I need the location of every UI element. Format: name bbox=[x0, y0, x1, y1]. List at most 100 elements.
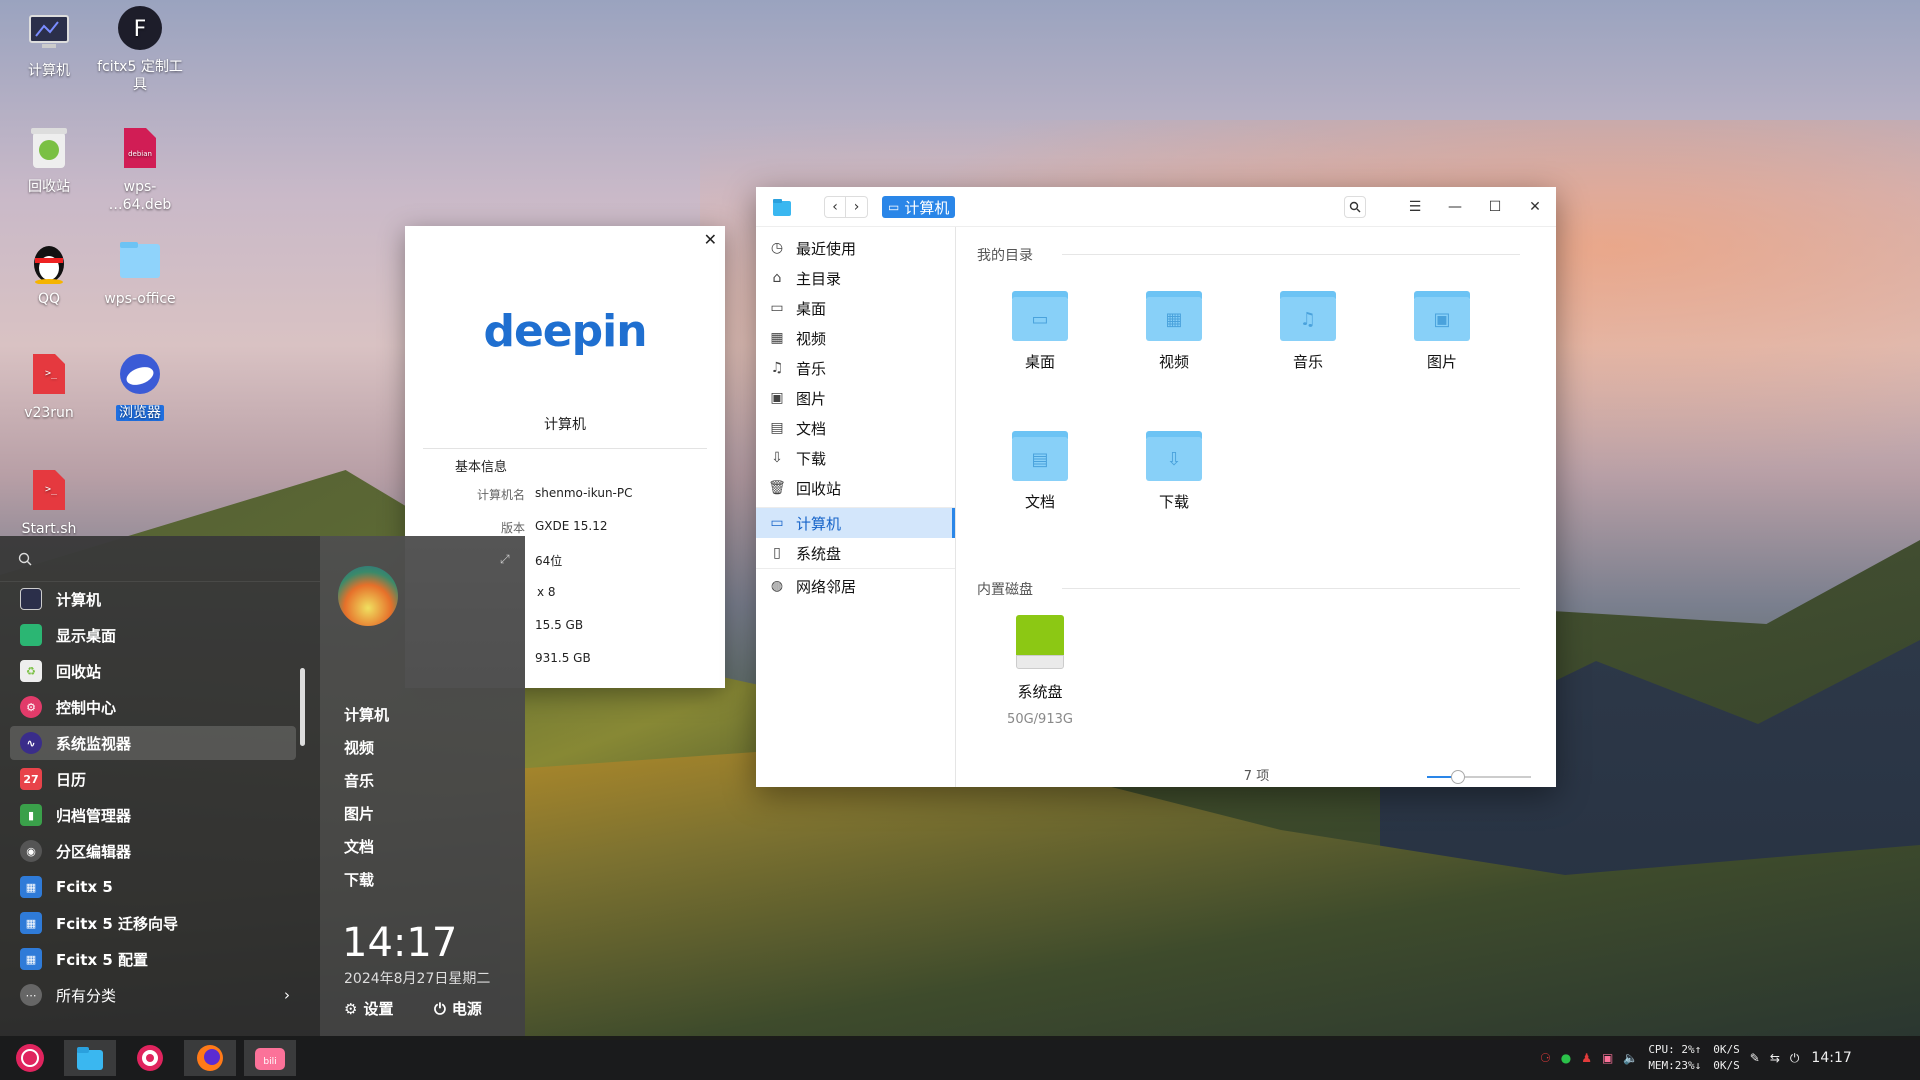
menu-item-partition-editor[interactable]: ◉ 分区编辑器 bbox=[10, 834, 296, 868]
desktop-icon-trash[interactable]: 回收站 bbox=[4, 124, 94, 196]
folder-pictures[interactable]: ▣ 图片 bbox=[1392, 291, 1492, 372]
desktop-icon-start-sh[interactable]: >_ Start.sh bbox=[4, 466, 94, 536]
download-icon: ⇩ bbox=[771, 450, 783, 466]
desktop-icon-fcitx5[interactable]: F fcitx5 定制工具 bbox=[95, 4, 185, 94]
menu-item-fcitx5-migrator[interactable]: ▦ Fcitx 5 迁移向导 bbox=[10, 906, 296, 940]
power-button[interactable]: ⏻ 电源 bbox=[434, 998, 482, 1019]
desktop-icon-browser[interactable]: 浏览器 bbox=[95, 350, 185, 422]
file-manager-app-icon bbox=[770, 196, 794, 218]
about-title: 计算机 bbox=[544, 417, 586, 433]
back-button[interactable]: ‹ bbox=[824, 196, 846, 218]
pen-icon[interactable]: ✎ bbox=[1750, 1051, 1760, 1065]
sidebar-link-music[interactable]: 音乐 bbox=[344, 770, 374, 791]
zoom-slider[interactable] bbox=[1427, 770, 1531, 784]
menu-item-trash[interactable]: ♻ 回收站 bbox=[10, 654, 296, 688]
menu-item-fcitx5[interactable]: ▦ Fcitx 5 bbox=[10, 870, 296, 904]
menu-item-archive-manager[interactable]: ▮ 归档管理器 bbox=[10, 798, 296, 832]
gear-icon bbox=[137, 1045, 163, 1071]
folder-music[interactable]: ♫ 音乐 bbox=[1258, 291, 1358, 372]
bilibili-tray-icon[interactable]: ▣ bbox=[1602, 1051, 1613, 1065]
sidebar-item-home[interactable]: ⌂ 主目录 bbox=[756, 263, 955, 293]
settings-button[interactable]: ⚙ 设置 bbox=[344, 998, 393, 1019]
menu-item-computer[interactable]: 计算机 bbox=[10, 582, 296, 616]
fcitx-icon: F bbox=[116, 4, 164, 52]
sidebar-link-videos[interactable]: 视频 bbox=[344, 737, 374, 758]
desktop-icon-computer[interactable]: 计算机 bbox=[4, 8, 94, 80]
close-icon[interactable]: ✕ bbox=[704, 230, 717, 249]
scrollbar[interactable] bbox=[300, 668, 305, 746]
menu-item-control-center[interactable]: ⚙ 控制中心 bbox=[10, 690, 296, 724]
close-button[interactable]: ✕ bbox=[1524, 196, 1546, 218]
desktop-icon-label: Start.sh bbox=[21, 521, 77, 536]
trash-icon: ♻ bbox=[20, 660, 42, 682]
input-method-icon[interactable]: ⚆ bbox=[1540, 1051, 1551, 1065]
menu-item-show-desktop[interactable]: 显示桌面 bbox=[10, 618, 296, 652]
search-input[interactable] bbox=[0, 536, 320, 582]
sidebar-item-recent[interactable]: ◷ 最近使用 bbox=[756, 233, 955, 263]
menu-item-system-monitor[interactable]: ∿ 系统监视器 bbox=[10, 726, 296, 760]
taskbar-file-manager[interactable] bbox=[64, 1040, 116, 1076]
sidebar-item-documents[interactable]: ▤ 文档 bbox=[756, 413, 955, 443]
folder-videos[interactable]: ▦ 视频 bbox=[1124, 291, 1224, 372]
menu-item-calendar[interactable]: 27 日历 bbox=[10, 762, 296, 796]
chevron-right-icon: › bbox=[284, 986, 290, 1004]
launcher-sidebar: ⤢ 计算机 视频 音乐 图片 文档 下载 14:17 2024年8月27日星期二… bbox=[320, 536, 525, 1036]
sidebar-item-system-disk[interactable]: ▯ 系统盘 bbox=[756, 538, 955, 568]
search-icon bbox=[18, 552, 32, 565]
volume-icon[interactable]: 🔈 bbox=[1623, 1051, 1638, 1065]
home-icon: ⌂ bbox=[772, 270, 782, 286]
qq-tray-icon[interactable]: ♟ bbox=[1581, 1051, 1592, 1065]
breadcrumb-computer[interactable]: ▭ 计算机 bbox=[882, 196, 956, 218]
sidebar-link-documents[interactable]: 文档 bbox=[344, 836, 374, 857]
forward-button[interactable]: › bbox=[846, 196, 868, 218]
expand-icon[interactable]: ⤢ bbox=[500, 552, 510, 567]
menu-item-fcitx5-config[interactable]: ▦ Fcitx 5 配置 bbox=[10, 942, 296, 976]
divider bbox=[423, 448, 707, 449]
sidebar-item-music[interactable]: ♫ 音乐 bbox=[756, 353, 955, 383]
menu-button[interactable]: ☰ bbox=[1404, 196, 1426, 218]
folder-desktop[interactable]: ▭ 桌面 bbox=[990, 291, 1090, 372]
trash-icon bbox=[25, 124, 73, 172]
desktop-icon-v23run[interactable]: >_ v23run bbox=[4, 350, 94, 422]
taskbar-bilibili[interactable]: bili bbox=[244, 1040, 296, 1076]
qq-penguin-icon bbox=[25, 236, 73, 284]
sidebar-item-downloads[interactable]: ⇩ 下载 bbox=[756, 443, 955, 473]
disk-system[interactable]: 系统盘 50G/913G bbox=[990, 615, 1090, 727]
sidebar-link-computer[interactable]: 计算机 bbox=[344, 704, 389, 725]
keyboard-icon: ▦ bbox=[20, 876, 42, 898]
show-desktop-icon bbox=[20, 624, 42, 646]
computer-icon: ▭ bbox=[888, 200, 900, 214]
sidebar-item-trash[interactable]: 🗑 回收站 bbox=[756, 473, 955, 503]
section-basic-info: 基本信息 bbox=[455, 460, 508, 475]
minimize-button[interactable]: — bbox=[1444, 196, 1466, 218]
launcher-button[interactable] bbox=[4, 1040, 56, 1076]
gear-icon: ⚙ bbox=[20, 696, 42, 718]
maximize-button[interactable]: ☐ bbox=[1484, 196, 1506, 218]
folder-downloads[interactable]: ⇩ 下载 bbox=[1124, 431, 1224, 512]
sidebar-item-pictures[interactable]: ▣ 图片 bbox=[756, 383, 955, 413]
deepin-logo: deepin bbox=[483, 306, 647, 357]
taskbar-clock[interactable]: 14:17 bbox=[1811, 1050, 1851, 1066]
sidebar-item-videos[interactable]: ▦ 视频 bbox=[756, 323, 955, 353]
search-button[interactable] bbox=[1344, 196, 1366, 218]
monitor-icon: ▭ bbox=[1012, 297, 1068, 341]
titlebar: ‹ › ▭ 计算机 ☰ — ☐ ✕ bbox=[756, 187, 1556, 227]
sidebar-item-desktop[interactable]: ▭ 桌面 bbox=[756, 293, 955, 323]
sidebar-item-network[interactable]: ◍ 网络邻居 bbox=[756, 571, 955, 601]
sidebar-link-downloads[interactable]: 下载 bbox=[344, 869, 374, 890]
taskbar-firefox[interactable] bbox=[184, 1040, 236, 1076]
power-icon[interactable]: ⏻ bbox=[1790, 1051, 1800, 1066]
desktop-icon-wps-deb[interactable]: debian wps- …64.deb bbox=[95, 124, 185, 214]
taskbar-control-center[interactable] bbox=[124, 1040, 176, 1076]
sidebar-item-computer[interactable]: ▭ 计算机 bbox=[756, 508, 955, 538]
script-file-icon: >_ bbox=[25, 350, 73, 398]
desktop-icon-qq[interactable]: QQ bbox=[4, 236, 94, 308]
network-icon[interactable]: ⇆ bbox=[1770, 1051, 1780, 1065]
menu-item-all-categories[interactable]: ⋯ 所有分类 › bbox=[10, 978, 296, 1012]
sidebar-link-pictures[interactable]: 图片 bbox=[344, 803, 374, 824]
wechat-icon[interactable]: ● bbox=[1561, 1051, 1571, 1065]
desktop-icon-wps-office[interactable]: wps-office bbox=[95, 236, 185, 308]
sidebar: ◷ 最近使用 ⌂ 主目录 ▭ 桌面 ▦ 视频 ♫ 音乐 ▣ 图片 ▤ 文档 ⇩ 下载 🗑 回收站 … bbox=[756, 227, 956, 787]
folder-documents[interactable]: ▤ 文档 bbox=[990, 431, 1090, 512]
avatar[interactable] bbox=[338, 566, 398, 626]
